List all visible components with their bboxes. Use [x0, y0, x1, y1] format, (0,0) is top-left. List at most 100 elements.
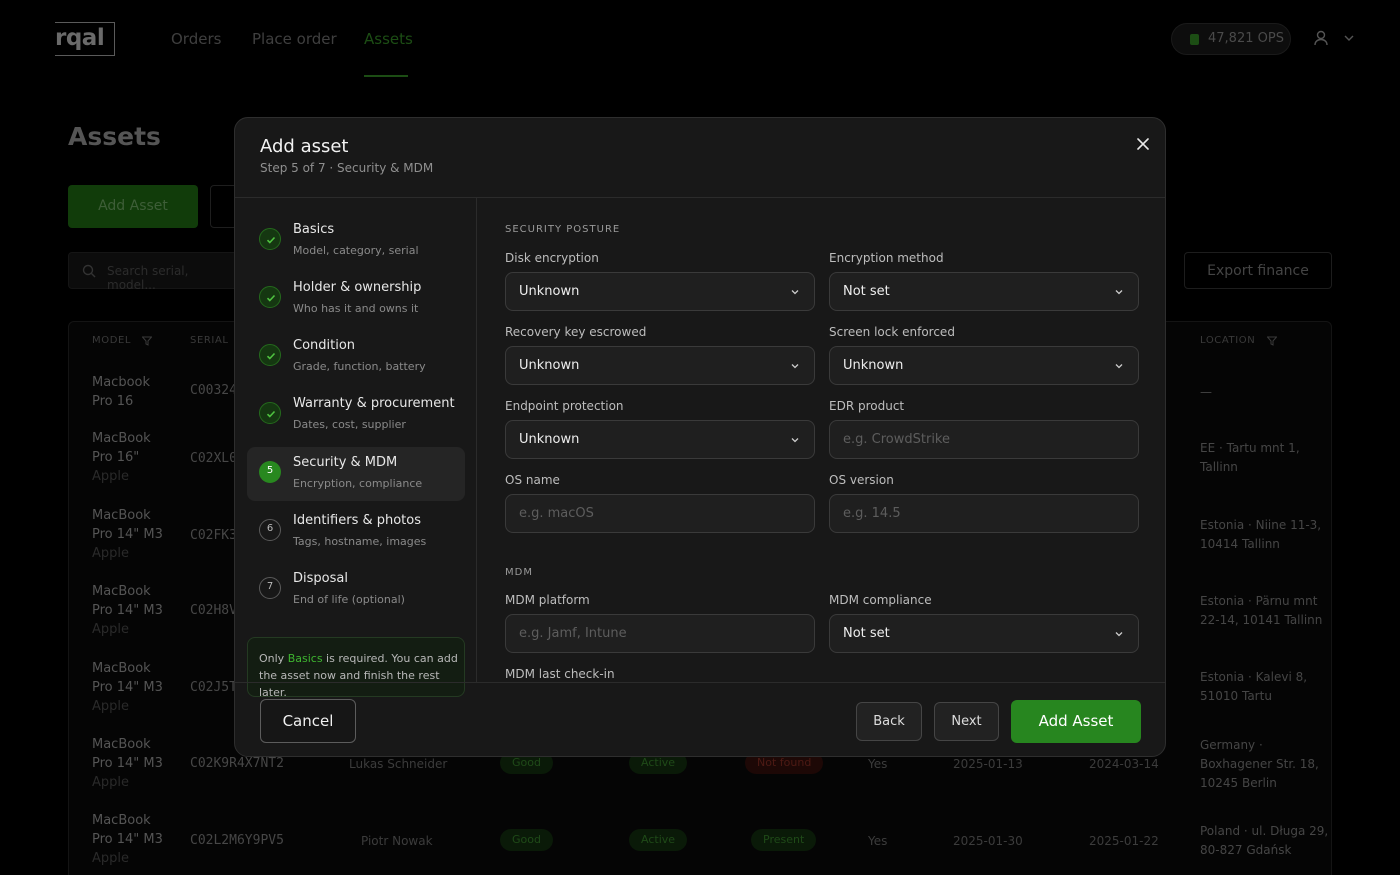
add-asset-button[interactable]: Add Asset [68, 185, 198, 228]
back-button[interactable]: Back [856, 702, 922, 741]
chevron-down-icon [791, 364, 799, 369]
chevron-down-icon[interactable] [1344, 34, 1354, 42]
chevron-down-icon [1115, 632, 1123, 637]
logo-text: rqal [55, 25, 105, 51]
step-basics[interactable]: Basics Model, category, serial [247, 214, 465, 268]
field-label: OS version [829, 473, 894, 487]
table-row-serial: C02H8V [190, 603, 237, 618]
step-content: SECURITY POSTURE Disk encryption Unknown… [478, 198, 1165, 682]
table-row-location: Poland · ul. Długa 29, 80-827 Gdańsk [1200, 824, 1329, 857]
modal-title: Add asset [260, 136, 349, 157]
table-row-location: Estonia · Pärnu mnt 22-14, 10141 Tallinn [1200, 594, 1323, 627]
next-button[interactable]: Next [934, 702, 999, 741]
step-title: Condition [293, 338, 356, 353]
step-holder-ownership[interactable]: Holder & ownership Who has it and owns i… [247, 272, 465, 326]
add-asset-modal: Add asset Step 5 of 7 · Security & MDM B… [234, 117, 1166, 757]
logo[interactable]: rqal [55, 22, 115, 56]
table-row-serial: C02K9R4X7NT2 [190, 756, 284, 771]
step-title: Disposal [293, 571, 348, 586]
field-label: Encryption method [829, 251, 944, 265]
table-row-location: EE · Tartu mnt 1, Tallinn [1200, 441, 1300, 474]
chevron-down-icon [1115, 364, 1123, 369]
step-title: Security & MDM [293, 455, 398, 470]
column-header-serial[interactable]: SERIAL [190, 335, 229, 346]
mdm-compliance-select[interactable]: Not set [829, 614, 1139, 653]
encryption-method-select[interactable]: Not set [829, 272, 1139, 311]
table-row-model: Macbook Pro 16 [92, 375, 151, 409]
add-asset-submit-button[interactable]: Add Asset [1011, 700, 1141, 743]
search-input[interactable]: Search serial, model... [68, 252, 238, 292]
step-desc: End of life (optional) [293, 593, 405, 606]
top-nav: rqal Orders Place order Assets 47,821 OP… [0, 0, 1400, 78]
step-number: 6 [259, 519, 281, 541]
step-warranty-procurement[interactable]: Warranty & procurement Dates, cost, supp… [247, 388, 465, 442]
search-icon [82, 264, 96, 278]
step-security-mdm[interactable]: 5 Security & MDM Encryption, compliance [247, 447, 465, 501]
table-row-serial: C02FK3 [190, 528, 237, 543]
check-icon [259, 402, 281, 424]
export-finance-label: Export finance [1207, 263, 1309, 279]
table-row-location: Germany · Boxhagener Str. 18, 10245 Berlin [1200, 738, 1319, 790]
disk-encryption-select[interactable]: Unknown [505, 272, 815, 311]
page-title: Assets [68, 122, 161, 151]
column-header-location[interactable]: LOCATION [1200, 335, 1255, 346]
step-desc: Tags, hostname, images [293, 535, 427, 548]
chevron-down-icon [791, 438, 799, 443]
nav-active-indicator [364, 75, 408, 77]
step-desc: Dates, cost, supplier [293, 418, 406, 431]
app-page: rqal Orders Place order Assets 47,821 OP… [0, 0, 1400, 875]
endpoint-protection-select[interactable]: Unknown [505, 420, 815, 459]
nav-assets[interactable]: Assets [364, 30, 413, 48]
user-icon[interactable] [1314, 30, 1328, 46]
nav-place-order[interactable]: Place order [252, 30, 337, 48]
nav-orders[interactable]: Orders [171, 30, 221, 48]
recovery-key-select[interactable]: Unknown [505, 346, 815, 385]
table-row-encrypted: Yes [868, 757, 888, 771]
table-row-date: 2025-01-13 [953, 757, 1023, 771]
table-row-model: MacBook Pro 14" M3 Apple [92, 584, 163, 637]
cancel-button[interactable]: Cancel [260, 699, 356, 743]
step-desc: Grade, function, battery [293, 360, 426, 373]
field-label: MDM last check-in [505, 667, 615, 681]
close-icon[interactable] [1134, 135, 1152, 153]
field-label: Screen lock enforced [829, 325, 955, 339]
ops-icon [1190, 34, 1199, 45]
table-row-model: MacBook Pro 14" M3 Apple [92, 661, 163, 714]
export-finance-button[interactable]: Export finance [1184, 252, 1332, 289]
os-version-input[interactable]: e.g. 14.5 [829, 494, 1139, 533]
os-name-input[interactable]: e.g. macOS [505, 494, 815, 533]
step-title: Identifiers & photos [293, 513, 422, 528]
field-label: MDM platform [505, 593, 590, 607]
step-number: 7 [259, 577, 281, 599]
step-desc: Model, category, serial [293, 244, 419, 257]
screen-lock-select[interactable]: Unknown [829, 346, 1139, 385]
section-heading: SECURITY POSTURE [505, 224, 621, 235]
field-label: MDM compliance [829, 593, 932, 607]
step-disposal[interactable]: 7 Disposal End of life (optional) [247, 563, 465, 617]
check-icon [259, 344, 281, 366]
step-desc: Encryption, compliance [293, 477, 423, 490]
field-label: OS name [505, 473, 560, 487]
modal-footer: Cancel Back Next Add Asset [235, 682, 1165, 756]
basics-link[interactable]: Basics [288, 652, 323, 665]
step-desc: Who has it and owns it [293, 302, 419, 315]
filter-icon[interactable] [1267, 336, 1277, 346]
step-title: Warranty & procurement [293, 396, 455, 411]
column-header-model[interactable]: MODEL [92, 335, 131, 346]
step-number: 5 [259, 461, 281, 483]
filter-icon[interactable] [142, 336, 152, 346]
step-condition[interactable]: Condition Grade, function, battery [247, 330, 465, 384]
mdm-platform-input[interactable]: e.g. Jamf, Intune [505, 614, 815, 653]
table-row-serial: C02XL0 [190, 451, 237, 466]
table-row-model: MacBook Pro 14" M3 Apple [92, 737, 163, 790]
table-row-holder: Piotr Nowak [361, 834, 433, 848]
step-title: Basics [293, 222, 335, 237]
modal-subtitle: Step 5 of 7 · Security & MDM [260, 161, 434, 175]
step-list: Basics Model, category, serial Holder & … [235, 198, 477, 699]
step-identifiers-photos[interactable]: 6 Identifiers & photos Tags, hostname, i… [247, 505, 465, 559]
table-row-date: 2024-03-14 [1089, 757, 1159, 771]
table-row-model: MacBook Pro 16" Apple [92, 431, 151, 484]
ops-balance[interactable]: 47,821 OPS [1171, 23, 1291, 55]
edr-product-input[interactable]: e.g. CrowdStrike [829, 420, 1139, 459]
table-row-date: 2025-01-22 [1089, 834, 1159, 848]
